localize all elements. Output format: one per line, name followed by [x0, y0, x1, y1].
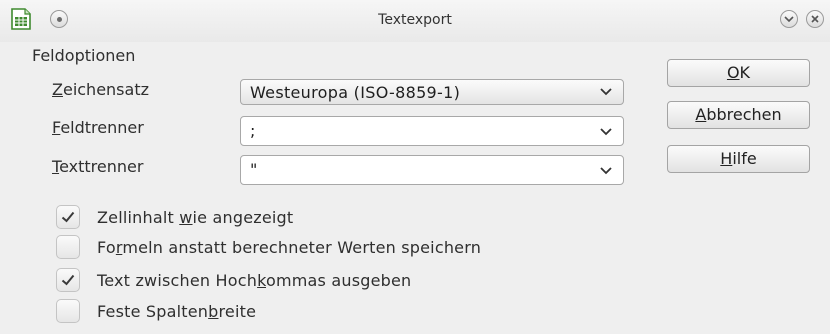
option-fixed-column-width[interactable]: Feste Spaltenbreite [56, 299, 256, 323]
cancel-button[interactable]: Abbrechen [667, 101, 810, 129]
option-label: Formeln anstatt berechneter Werten speic… [97, 237, 482, 257]
close-icon [811, 15, 819, 23]
field-separator-combo[interactable]: ; [240, 116, 624, 146]
checkmark-icon [61, 211, 75, 223]
charset-select[interactable]: Westeuropa (ISO-8859-1) [240, 79, 624, 105]
option-save-formulas[interactable]: Formeln anstatt berechneter Werten speic… [56, 235, 481, 259]
option-label: Text zwischen Hochkommas ausgeben [97, 270, 412, 290]
field-separator-value: ; [250, 121, 256, 140]
option-label: Feste Spaltenbreite [97, 301, 257, 321]
window-title: Textexport [378, 12, 452, 28]
close-button[interactable] [806, 10, 824, 28]
chevron-down-icon [600, 167, 612, 175]
checkbox[interactable] [56, 299, 80, 323]
option-show-as-displayed[interactable]: Zellinhalt wie angezeigt [56, 205, 293, 229]
title-bar: Textexport [0, 0, 830, 42]
help-button[interactable]: Hilfe [667, 145, 810, 173]
charset-label: Zeichensatz [52, 80, 149, 99]
chevron-down-icon [600, 88, 612, 96]
text-separator-combo[interactable]: " [240, 155, 624, 185]
field-separator-label: Feldtrenner [52, 118, 144, 137]
section-label-feldoptionen: Feldoptionen [32, 46, 136, 65]
ok-button[interactable]: OK [667, 59, 810, 87]
checkmark-icon [61, 274, 75, 286]
checkbox[interactable] [56, 235, 80, 259]
text-separator-label: Texttrenner [52, 157, 144, 176]
charset-value: Westeuropa (ISO-8859-1) [250, 83, 461, 102]
checkbox[interactable] [56, 268, 80, 292]
chevron-down-icon [600, 128, 612, 136]
minimize-chevron-icon [784, 16, 794, 23]
checkbox[interactable] [56, 205, 80, 229]
option-label: Zellinhalt wie angezeigt [97, 207, 294, 227]
text-separator-value: " [250, 160, 258, 179]
option-quote-text[interactable]: Text zwischen Hochkommas ausgeben [56, 268, 411, 292]
minimize-button[interactable] [780, 10, 798, 28]
